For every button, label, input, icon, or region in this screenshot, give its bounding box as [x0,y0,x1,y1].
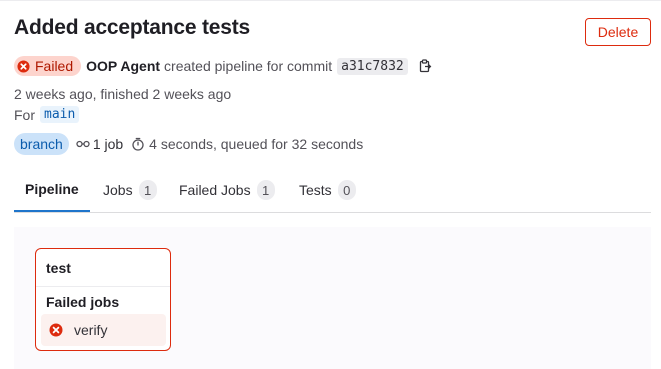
status-badge[interactable]: Failed [14,56,82,76]
status-label: Failed [35,58,74,74]
page-title: Added acceptance tests [14,16,251,39]
stage-card: test Failed jobs verify [35,248,171,351]
branch-badge: branch [14,133,69,155]
ref-link[interactable]: main [40,106,80,123]
tab-label: Jobs [103,182,133,198]
stage-name: test [46,260,71,276]
commit-sha[interactable]: a31c7832 [337,57,408,75]
tab-tests[interactable]: Tests 0 [299,168,356,212]
tab-count: 1 [256,180,275,200]
top-border [0,0,661,1]
timer-icon [132,137,144,151]
tab-label: Failed Jobs [179,182,251,198]
timing-text: 2 weeks ago, finished 2 weeks ago [14,86,232,102]
tab-failed-jobs[interactable]: Failed Jobs 1 [179,168,275,212]
pipeline-icon [76,140,90,148]
job-item-verify[interactable]: verify [41,314,166,346]
job-name: verify [74,322,108,338]
pipeline-summary: Failed OOP Agent created pipeline for co… [14,55,432,77]
status-failed-icon [17,59,30,73]
action-text: created pipeline for commit [164,58,333,74]
failed-jobs-heading: Failed jobs [46,294,120,310]
pipeline-meta: branch 1 job 4 seconds, queued for 32 se… [14,133,363,155]
ref-row: For main [14,106,80,123]
pipeline-tabs: Pipeline Jobs 1 Failed Jobs 1 Tests 0 [14,168,651,213]
job-count: 1 job [92,136,124,152]
duration-text: 4 seconds, queued for 32 seconds [149,136,364,152]
tab-count: 1 [138,180,157,200]
stage-divider [36,286,170,287]
delete-button[interactable]: Delete [585,18,651,46]
tab-pipeline[interactable]: Pipeline [14,168,90,212]
tab-label: Pipeline [25,181,79,197]
tab-jobs[interactable]: Jobs 1 [103,168,157,212]
author-link[interactable]: OOP Agent [86,58,160,74]
tab-label: Tests [299,182,332,198]
clipboard-icon[interactable] [418,59,432,73]
for-label: For [14,106,35,123]
status-failed-icon [49,323,63,337]
tab-count: 0 [337,180,356,200]
